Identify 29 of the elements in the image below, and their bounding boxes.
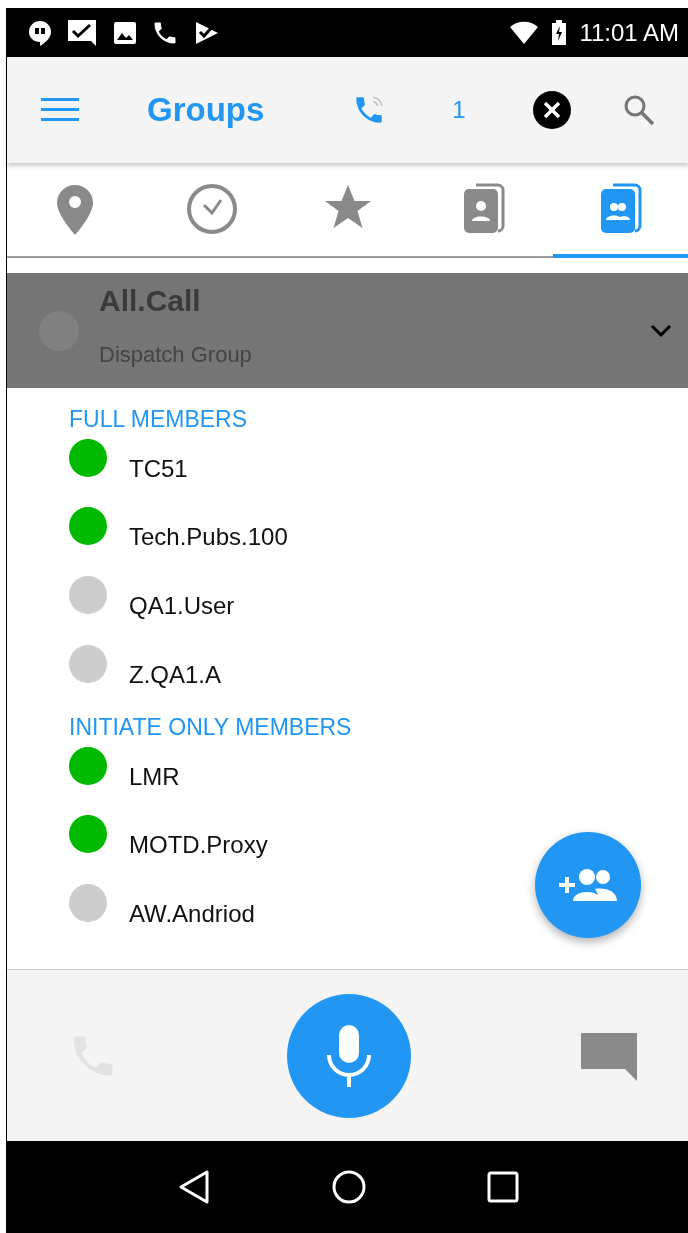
group-name: All.Call (99, 283, 202, 318)
section-heading: FULL MEMBERS (69, 406, 249, 433)
clock: 11:01 AM (579, 18, 679, 47)
menu-button[interactable] (41, 97, 79, 123)
member-name[interactable]: Z.QA1.A (129, 661, 222, 689)
hangouts-icon (27, 18, 53, 47)
back-button[interactable] (177, 1169, 211, 1205)
screen-title: Groups (147, 91, 265, 129)
add-member-button[interactable] (535, 832, 641, 938)
message-check-icon (67, 17, 99, 48)
image-icon (113, 20, 137, 45)
member-name[interactable]: AW.Andriod (129, 900, 255, 928)
close-button[interactable] (531, 90, 572, 130)
close-icon (531, 90, 572, 130)
member-name[interactable]: QA1.User (129, 592, 235, 620)
battery-icon (551, 19, 568, 46)
section-heading: INITIATE ONLY MEMBERS (69, 714, 353, 741)
home-button[interactable] (331, 1169, 367, 1205)
microphone-icon (324, 1022, 374, 1089)
member-name[interactable]: TC51 (129, 455, 188, 483)
call-count: 1 (452, 96, 466, 124)
menu-icon (41, 97, 79, 123)
member-name[interactable]: LMR (129, 763, 180, 791)
member-name[interactable]: Tech.Pubs.100 (129, 523, 288, 551)
message-icon[interactable] (579, 1030, 639, 1081)
chevron-down-icon (649, 322, 673, 339)
member-name[interactable]: MOTD.Proxy (129, 831, 268, 859)
recents-button[interactable] (487, 1171, 519, 1203)
wifi-icon (509, 20, 540, 45)
